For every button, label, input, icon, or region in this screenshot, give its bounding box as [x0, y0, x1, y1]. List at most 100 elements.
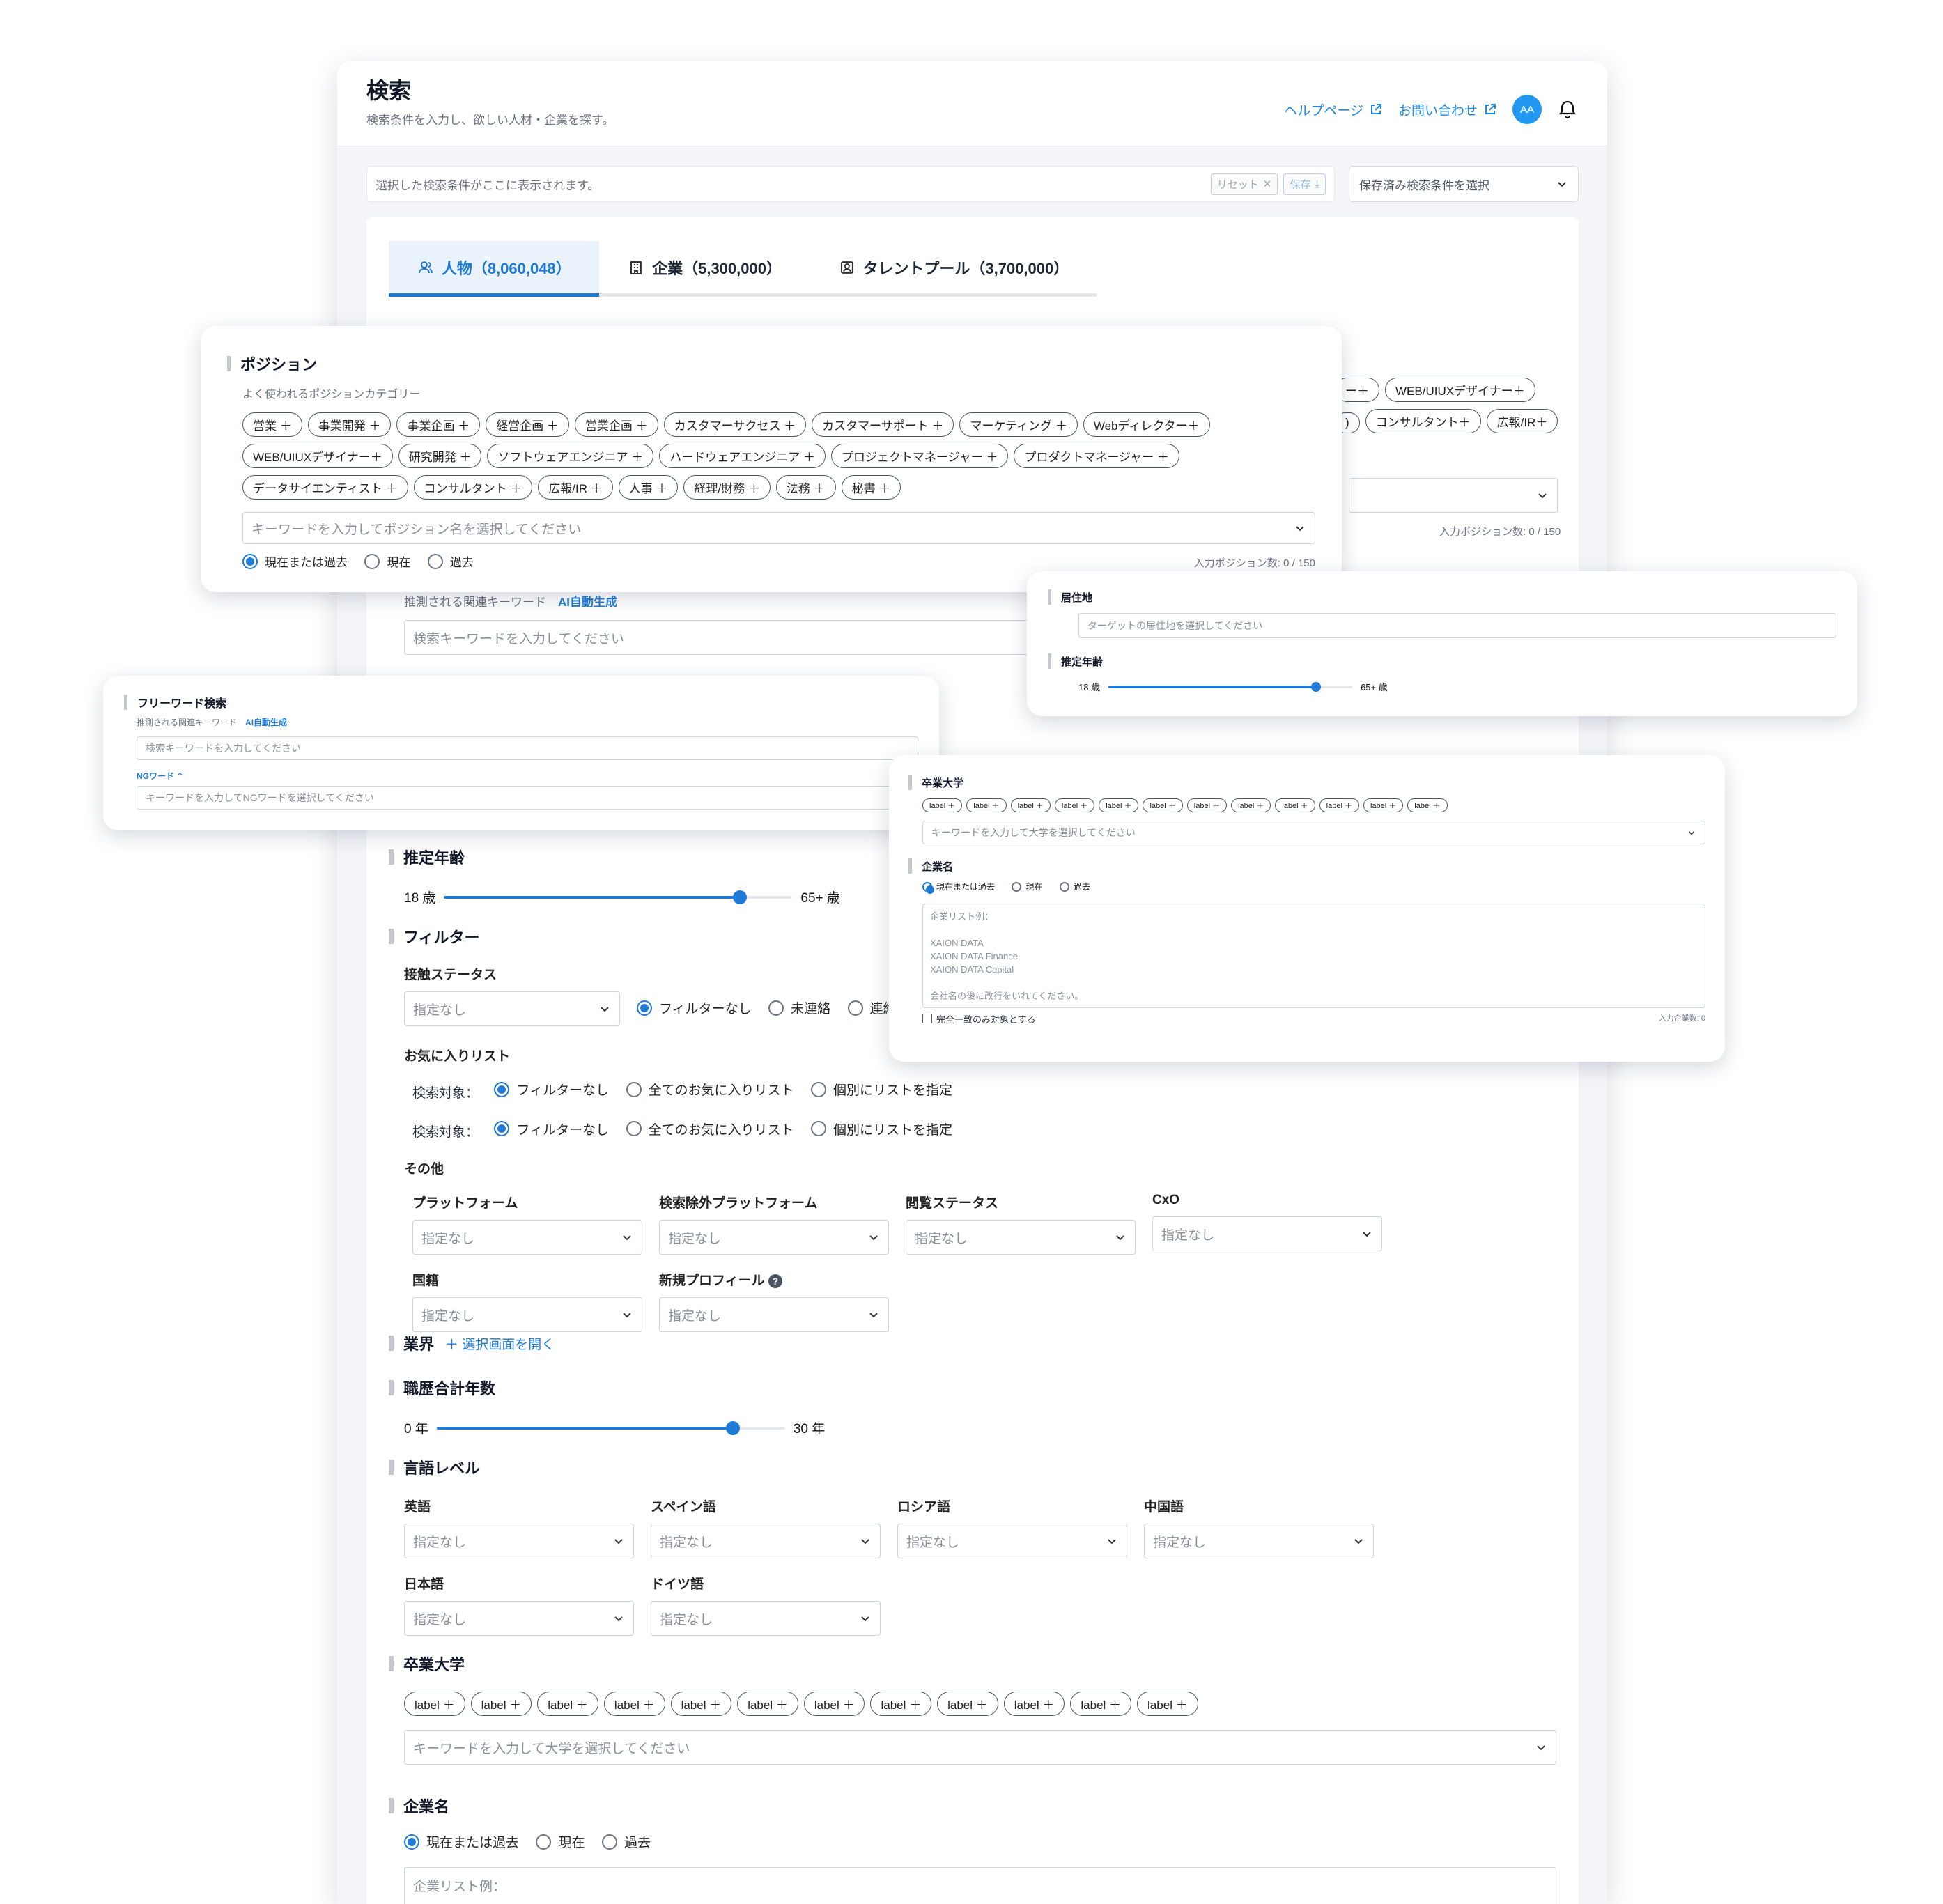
- freeword-input[interactable]: 検索キーワードを入力してください: [137, 736, 918, 760]
- chip[interactable]: label ＋: [404, 1692, 465, 1716]
- saved-conditions-select[interactable]: 保存済み検索条件を選択: [1349, 166, 1579, 202]
- chip[interactable]: label ＋: [670, 1692, 732, 1716]
- spanish-select[interactable]: 指定なし: [651, 1524, 881, 1558]
- radio-no-filter[interactable]: フィルターなし: [637, 998, 752, 1017]
- bell-icon[interactable]: [1557, 99, 1578, 120]
- slider-thumb[interactable]: [733, 890, 748, 904]
- company-list-textarea[interactable]: 企業リスト例：: [404, 1866, 1556, 1904]
- residence-select[interactable]: ターゲットの居住地を選択してください: [1078, 613, 1836, 638]
- chip[interactable]: label ＋: [1137, 1692, 1198, 1716]
- save-button[interactable]: 保存 ⤓: [1283, 173, 1326, 195]
- radio-past[interactable]: 過去: [427, 552, 474, 570]
- chip[interactable]: マーケティング ＋: [959, 412, 1078, 437]
- tab-company[interactable]: 企業（5,300,000）: [599, 241, 810, 293]
- chip[interactable]: カスタマーサクセス ＋: [663, 412, 807, 437]
- ng-word-input[interactable]: キーワードを入力してNGワードを選択してください: [137, 786, 918, 810]
- residence-age-slider[interactable]: 18 歳 65+ 歳: [1078, 680, 1836, 693]
- chip[interactable]: label ＋: [1363, 798, 1404, 812]
- position-select[interactable]: キーワードを入力してポジション名を選択してください: [242, 512, 1315, 544]
- new-profile-select[interactable]: 指定なし: [659, 1297, 889, 1332]
- chip[interactable]: コンサルタント ＋: [413, 475, 533, 500]
- japanese-select[interactable]: 指定なし: [404, 1601, 634, 1636]
- nationality-select[interactable]: 指定なし: [412, 1297, 642, 1332]
- chip[interactable]: 経営企画 ＋: [486, 412, 569, 437]
- tab-talent-pool[interactable]: タレントプール（3,700,000）: [810, 241, 1097, 293]
- chip[interactable]: label ＋: [470, 1692, 532, 1716]
- chip[interactable]: コンサルタント＋: [1365, 409, 1481, 433]
- german-select[interactable]: 指定なし: [651, 1601, 881, 1636]
- slider-thumb[interactable]: [1310, 681, 1321, 692]
- chip[interactable]: label ＋: [922, 798, 963, 812]
- chip[interactable]: label ＋: [966, 798, 1007, 812]
- platform-select[interactable]: 指定なし: [412, 1220, 642, 1255]
- radio-current-or-past[interactable]: 現在または過去: [242, 552, 348, 570]
- chip[interactable]: 広報/IR＋: [1486, 409, 1558, 433]
- chinese-select[interactable]: 指定なし: [1144, 1524, 1374, 1558]
- chip[interactable]: データサイエンティスト ＋: [242, 475, 408, 500]
- univ-select[interactable]: キーワードを入力して大学を選択してください: [922, 821, 1705, 844]
- radio-fav-all[interactable]: 全てのお気に入りリスト: [626, 1120, 794, 1138]
- avatar[interactable]: AA: [1512, 95, 1542, 124]
- view-status-select[interactable]: 指定なし: [906, 1220, 1136, 1255]
- chip[interactable]: label ＋: [1070, 1692, 1132, 1716]
- chip[interactable]: 営業 ＋: [242, 412, 302, 437]
- chip[interactable]: label ＋: [803, 1692, 865, 1716]
- chip[interactable]: label ＋: [1319, 798, 1359, 812]
- chip[interactable]: label ＋: [1231, 798, 1271, 812]
- radio-fav-individual[interactable]: 個別にリストを指定: [811, 1120, 952, 1138]
- cxo-select[interactable]: 指定なし: [1152, 1216, 1382, 1251]
- chip[interactable]: 経理/財務 ＋: [683, 475, 771, 500]
- chip[interactable]: label ＋: [937, 1692, 998, 1716]
- radio-current[interactable]: 現在: [536, 1832, 585, 1851]
- radio-past[interactable]: 過去: [1059, 881, 1090, 892]
- chip[interactable]: 秘書 ＋: [841, 475, 901, 500]
- chip[interactable]: WEB/UIUXデザイナー＋: [242, 444, 393, 468]
- university-select[interactable]: キーワードを入力して大学を選択してください: [404, 1730, 1556, 1765]
- chip[interactable]: 広報/IR ＋: [538, 475, 613, 500]
- open-industry-link[interactable]: ＋ 選択画面を開く: [445, 1334, 555, 1353]
- slider-thumb[interactable]: [725, 1421, 740, 1435]
- radio-fav-individual[interactable]: 個別にリストを指定: [811, 1080, 952, 1099]
- chip[interactable]: プロジェクトマネージャー ＋: [830, 444, 1009, 468]
- chip[interactable]: プロダクトマネージャー ＋: [1014, 444, 1180, 468]
- exact-match-checkbox[interactable]: 完全一致のみ対象とする: [922, 1012, 1036, 1025]
- radio-current[interactable]: 現在: [1012, 881, 1042, 892]
- contact-link[interactable]: お問い合わせ: [1398, 100, 1497, 119]
- chip[interactable]: label ＋: [737, 1692, 798, 1716]
- ng-word-toggle[interactable]: NGワード ⌃: [137, 770, 918, 782]
- english-select[interactable]: 指定なし: [404, 1524, 634, 1558]
- bg-position-select[interactable]: [1349, 478, 1558, 513]
- radio-not-contacted[interactable]: 未連絡: [768, 998, 830, 1017]
- chip[interactable]: label ＋: [1143, 798, 1183, 812]
- chip[interactable]: 法務 ＋: [775, 475, 836, 500]
- chip[interactable]: label ＋: [1275, 798, 1315, 812]
- radio-current-or-past[interactable]: 現在または過去: [404, 1832, 519, 1851]
- chip[interactable]: label ＋: [537, 1692, 598, 1716]
- radio-current-or-past[interactable]: 現在または過去: [922, 881, 995, 894]
- chip[interactable]: label ＋: [603, 1692, 665, 1716]
- ai-generate-link[interactable]: AI自動生成: [558, 596, 617, 609]
- chip[interactable]: 事業企画 ＋: [396, 412, 481, 437]
- chip[interactable]: カスタマーサポート ＋: [812, 412, 954, 437]
- help-icon[interactable]: ?: [768, 1274, 782, 1288]
- radio-current[interactable]: 現在: [364, 552, 410, 570]
- chip[interactable]: label ＋: [870, 1692, 932, 1716]
- help-link[interactable]: ヘルプページ: [1284, 100, 1383, 119]
- exclude-platform-select[interactable]: 指定なし: [659, 1220, 889, 1255]
- radio-past[interactable]: 過去: [601, 1832, 651, 1851]
- chip[interactable]: ソフトウェアエンジニア ＋: [487, 444, 654, 468]
- chip[interactable]: label ＋: [1407, 798, 1448, 812]
- russian-select[interactable]: 指定なし: [897, 1524, 1127, 1558]
- radio-fav-none[interactable]: フィルターなし: [494, 1120, 609, 1138]
- radio-fav-all[interactable]: 全てのお気に入りリスト: [626, 1080, 794, 1099]
- chip[interactable]: label ＋: [1054, 798, 1095, 812]
- chip[interactable]: label ＋: [1099, 798, 1139, 812]
- chip[interactable]: 研究開発 ＋: [398, 444, 482, 468]
- age-slider[interactable]: 18 歳 65+ 歳: [404, 888, 840, 906]
- chip[interactable]: WEB/UIUXデザイナー＋: [1385, 378, 1535, 402]
- chip[interactable]: 営業企画 ＋: [574, 412, 658, 437]
- chip[interactable]: Webディレクター＋: [1083, 412, 1210, 437]
- contact-status-select[interactable]: 指定なし: [404, 991, 620, 1026]
- chip[interactable]: ハードウェアエンジニア ＋: [659, 444, 826, 468]
- ai-generate-link[interactable]: AI自動生成: [245, 718, 287, 727]
